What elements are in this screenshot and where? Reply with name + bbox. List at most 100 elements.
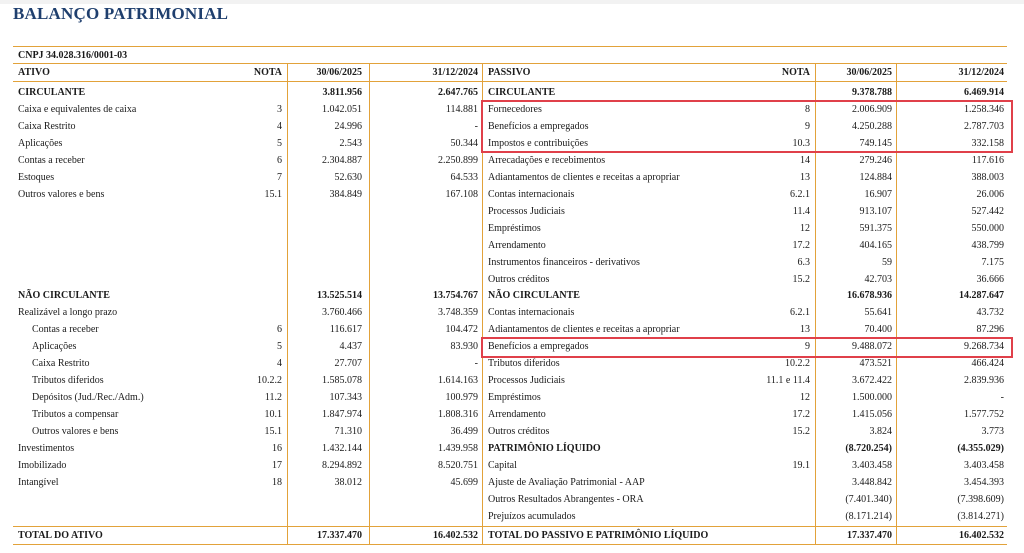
ativo-row-value-2024: 36.499: [450, 426, 479, 437]
total-ativo-label: TOTAL DO ATIVO: [18, 530, 103, 541]
passivo-row-nota: [700, 474, 810, 491]
ativo-row-value-2025: 3.760.466: [322, 307, 362, 318]
passivo-row-value-2025: 16.678.936: [847, 290, 892, 301]
passivo-row-value-2024: -: [1000, 392, 1004, 403]
passivo-row-value-2024: 117.616: [971, 155, 1004, 166]
passivo-row-nota: 13: [800, 324, 810, 335]
passivo-row-value-2024: 43.732: [976, 307, 1005, 318]
passivo-row-value-2025: 55.641: [864, 307, 893, 318]
ativo-row-value-2024: 167.108: [445, 189, 479, 200]
header-ativo-nota: NOTA: [253, 67, 282, 78]
passivo-row-value-2025: 913.107: [859, 206, 893, 217]
passivo-row-value-2024: 87.296: [976, 324, 1005, 335]
passivo-row-value-2024: 6.469.914: [964, 87, 1004, 98]
ativo-row-value-2025: 1.042.051: [322, 104, 362, 115]
passivo-row-nota: 12: [800, 392, 810, 403]
ativo-row-nota: 17: [272, 460, 282, 471]
ativo-row-nota: 4: [277, 358, 282, 369]
passivo-row-nota: [700, 508, 810, 525]
ativo-row-nota: 16: [272, 443, 282, 454]
ativo-row-value-2025: 384.849: [329, 189, 363, 200]
passivo-row-value-2025: 591.375: [859, 223, 893, 234]
header-rule: [13, 81, 1007, 82]
passivo-row-value-2025: (8.171.214): [845, 511, 892, 522]
ativo-row-value-2025: 13.525.514: [317, 290, 362, 301]
passivo-row-value-2025: (8.720.254): [845, 443, 892, 454]
col-rule-ativo-2: [369, 64, 370, 545]
ativo-row-nota: 10.1: [264, 409, 283, 420]
table-top-rule: [13, 46, 1007, 47]
ativo-row-nota: 10.2.2: [257, 375, 282, 386]
ativo-row-nota: 15.1: [264, 426, 283, 437]
ativo-row-nota: 4: [277, 121, 282, 132]
passivo-row-value-2025: 3.403.458: [852, 460, 892, 471]
passivo-row-value-2024: (4.355.029): [957, 443, 1004, 454]
ativo-row-value-2024: -: [474, 358, 478, 369]
passivo-row-nota: 6.2.1: [790, 307, 810, 318]
passivo-row-value-2025: (7.401.340): [845, 494, 892, 505]
passivo-row-value-2024: 3.454.393: [964, 477, 1004, 488]
ativo-row-nota: [200, 287, 282, 304]
ativo-row-value-2025: 27.707: [334, 358, 363, 369]
ativo-row-nota: 6: [277, 155, 282, 166]
passivo-row-value-2025: 124.884: [859, 172, 893, 183]
ativo-row-value-2025: 2.543: [339, 138, 363, 149]
total-ativo-col1: 17.337.470: [317, 530, 362, 541]
ativo-row-value-2025: 8.294.892: [322, 460, 362, 471]
passivo-row-value-2024: (3.814.271): [957, 511, 1004, 522]
ativo-row-value-2024: 83.930: [450, 341, 479, 352]
passivo-row-nota: 12: [800, 223, 810, 234]
ativo-row-value-2024: 13.754.767: [433, 290, 478, 301]
passivo-row-value-2024: 388.003: [971, 172, 1005, 183]
passivo-row-value-2024: 26.006: [976, 189, 1005, 200]
ativo-row-value-2025: 1.585.078: [322, 375, 362, 386]
ativo-row-nota: 18: [272, 477, 282, 488]
cnpj-label: CNPJ 34.028.316/0001-03: [18, 50, 128, 61]
ativo-row-nota: 5: [277, 138, 282, 149]
ativo-row-value-2025: 24.996: [334, 121, 363, 132]
ativo-row-value-2024: 114.881: [445, 104, 478, 115]
passivo-row-value-2025: 404.165: [859, 240, 893, 251]
ativo-row-value-2025: 3.811.956: [322, 87, 362, 98]
ativo-row-value-2025: 71.310: [334, 426, 363, 437]
passivo-row-value-2025: 279.246: [859, 155, 893, 166]
ativo-row-value-2024: 50.344: [450, 138, 479, 149]
passivo-row-value-2025: 59: [882, 257, 892, 268]
passivo-row-value-2024: 14.287.647: [959, 290, 1004, 301]
passivo-row-nota: 15.2: [792, 274, 811, 285]
header-ativo: ATIVO: [18, 67, 50, 78]
page-title: BALANÇO PATRIMONIAL: [13, 4, 229, 23]
passivo-row-nota: 17.2: [792, 240, 811, 251]
highlight-box-circulante: [481, 100, 1013, 153]
ativo-row-nota: [200, 304, 282, 321]
passivo-row-value-2024: 7.175: [981, 257, 1005, 268]
header-passivo-col1: 30/06/2025: [846, 67, 892, 78]
passivo-row-value-2024: 2.839.936: [964, 375, 1004, 386]
ativo-row-value-2025: 4.437: [339, 341, 363, 352]
ativo-row-value-2024: 100.979: [445, 392, 479, 403]
passivo-row-value-2025: 70.400: [864, 324, 893, 335]
totals-rule-bottom: [13, 544, 1007, 545]
passivo-row-value-2025: 1.415.056: [852, 409, 892, 420]
ativo-row-value-2025: 107.343: [329, 392, 363, 403]
passivo-row-nota: 6.3: [797, 257, 811, 268]
ativo-row-value-2024: 8.520.751: [438, 460, 478, 471]
ativo-row-value-2024: 1.808.316: [438, 409, 478, 420]
ativo-row-value-2025: 1.432.144: [322, 443, 362, 454]
ativo-row-value-2024: 3.748.359: [438, 307, 478, 318]
ativo-row-value-2025: 116.617: [329, 324, 362, 335]
header-ativo-col2: 31/12/2024: [432, 67, 478, 78]
total-passivo-label: TOTAL DO PASSIVO E PATRIMÔNIO LÍQUIDO: [488, 530, 709, 541]
passivo-row-value-2024: 1.577.752: [964, 409, 1004, 420]
highlight-box-nao-circulante: [481, 337, 1013, 358]
ativo-row-nota: [200, 84, 282, 101]
header-ativo-col1: 30/06/2025: [316, 67, 362, 78]
ativo-row-value-2025: 38.012: [334, 477, 363, 488]
ativo-row-nota: 7: [277, 172, 282, 183]
ativo-row-value-2024: 2.250.899: [438, 155, 478, 166]
passivo-row-nota: 11.4: [792, 206, 810, 217]
passivo-row-nota: 14: [800, 155, 810, 166]
ativo-row-value-2024: 1.614.163: [438, 375, 478, 386]
ativo-row-value-2025: 52.630: [334, 172, 363, 183]
passivo-row-nota: 13: [800, 172, 810, 183]
